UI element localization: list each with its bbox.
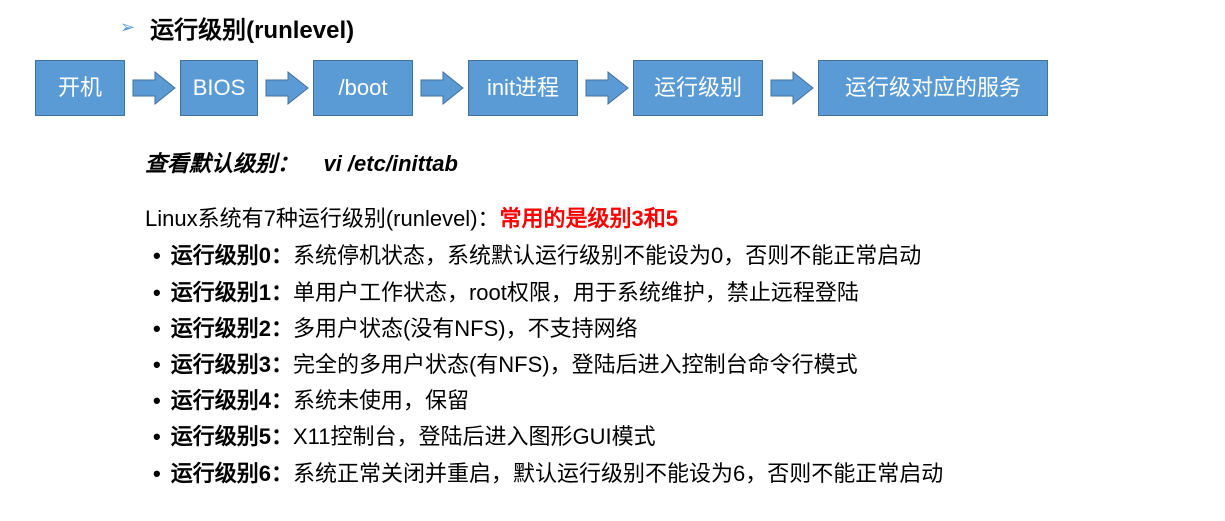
list-item: 运行级别5：X11控制台，登陆后进入图形GUI模式 (153, 419, 1205, 454)
slide-title: 运行级别(runlevel) (150, 10, 354, 45)
list-item: 运行级别2：多用户状态(没有NFS)，不支持网络 (153, 311, 1205, 346)
level-desc: X11控制台，登陆后进入图形GUI模式 (293, 424, 656, 449)
list-item: 运行级别3：完全的多用户状态(有NFS)，登陆后进入控制台命令行模式 (153, 347, 1205, 382)
flow-box-services: 运行级对应的服务 (818, 60, 1048, 116)
intro-prefix: Linux系统有7种运行级别(runlevel)： (145, 206, 500, 231)
slide-title-row: ➢ 运行级别(runlevel) (120, 10, 1205, 45)
list-item: 运行级别1：单用户工作状态，root权限，用于系统维护，禁止远程登陆 (153, 275, 1205, 310)
arrow-icon (578, 68, 633, 108)
intro-emphasis: 常用的是级别3和5 (500, 206, 678, 231)
subtitle-row: 查看默认级别： vi /etc/inittab (145, 146, 1205, 181)
level-label: 运行级别4： (171, 388, 293, 413)
level-desc: 系统正常关闭并重启，默认运行级别不能设为6，否则不能正常启动 (293, 461, 943, 486)
list-item: 运行级别0：系统停机状态，系统默认运行级别不能设为0，否则不能正常启动 (153, 238, 1205, 273)
level-label: 运行级别0： (171, 243, 293, 268)
level-label: 运行级别1： (171, 280, 293, 305)
level-label: 运行级别5： (171, 424, 293, 449)
boot-flow-diagram: 开机 BIOS /boot init进程 运行级别 运行级对应的服务 (35, 60, 1205, 116)
chevron-right-icon: ➢ (120, 17, 135, 38)
level-desc: 系统未使用，保留 (293, 388, 469, 413)
level-desc: 多用户状态(没有NFS)，不支持网络 (293, 316, 638, 341)
arrow-icon (258, 68, 313, 108)
slide-content: 查看默认级别： vi /etc/inittab Linux系统有7种运行级别(r… (145, 146, 1205, 491)
list-item: 运行级别4：系统未使用，保留 (153, 383, 1205, 418)
level-label: 运行级别3： (171, 352, 293, 377)
runlevel-list: 运行级别0：系统停机状态，系统默认运行级别不能设为0，否则不能正常启动 运行级别… (145, 238, 1205, 490)
list-item: 运行级别6：系统正常关闭并重启，默认运行级别不能设为6，否则不能正常启动 (153, 456, 1205, 491)
flow-box-boot: /boot (313, 60, 413, 116)
level-desc: 单用户工作状态，root权限，用于系统维护，禁止远程登陆 (293, 280, 859, 305)
arrow-icon (763, 68, 818, 108)
subtitle-label: 查看默认级别： (145, 151, 299, 176)
subtitle-command: vi /etc/inittab (323, 151, 457, 176)
flow-box-init: init进程 (468, 60, 578, 116)
level-desc: 系统停机状态，系统默认运行级别不能设为0，否则不能正常启动 (293, 243, 921, 268)
flow-box-runlevel: 运行级别 (633, 60, 763, 116)
level-desc: 完全的多用户状态(有NFS)，登陆后进入控制台命令行模式 (293, 352, 858, 377)
level-label: 运行级别6： (171, 461, 293, 486)
level-label: 运行级别2： (171, 316, 293, 341)
flow-box-bios: BIOS (180, 60, 258, 116)
arrow-icon (125, 68, 180, 108)
intro-line: Linux系统有7种运行级别(runlevel)：常用的是级别3和5 (145, 201, 1205, 236)
arrow-icon (413, 68, 468, 108)
flow-box-poweron: 开机 (35, 60, 125, 116)
